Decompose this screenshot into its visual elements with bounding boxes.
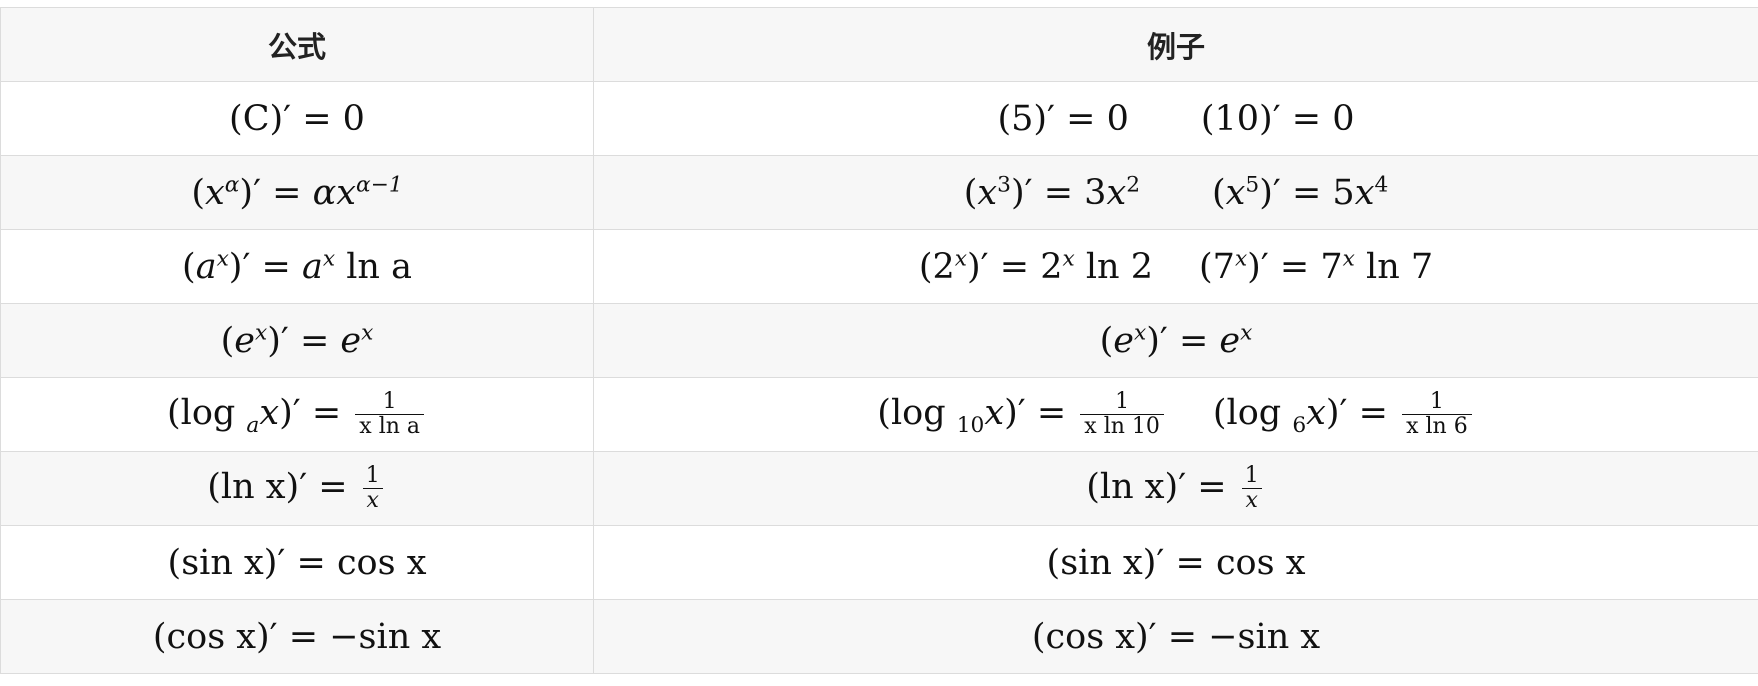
formula-expression: (ln x)′ = 1 x	[207, 463, 386, 513]
table-row: (sin x)′ = cos x (sin x)′ = cos x	[0, 525, 1758, 600]
formula-cell: (cos x)′ = −sin x	[0, 599, 594, 674]
formula-cell: (ex)′ = ex	[0, 303, 594, 378]
formula-cell: (ln x)′ = 1 x	[0, 451, 594, 526]
example-expression: (log 10x)′ = 1 x ln 10	[877, 389, 1167, 439]
formula-cell: (log ax)′ = 1 x ln a	[0, 377, 594, 452]
fraction: 1 x ln 6	[1402, 389, 1472, 439]
table-row: (ex)′ = ex (ex)′ = ex	[0, 303, 1758, 378]
formula-expression: (ax)′ = ax ln a	[182, 245, 412, 287]
header-formula: 公式	[0, 7, 594, 82]
fraction: 1 x ln 10	[1080, 389, 1164, 439]
formula-expression: (xα)′ = αxα−1	[191, 171, 403, 213]
example-cell: (sin x)′ = cos x	[593, 525, 1758, 600]
example-cell: (ex)′ = ex	[593, 303, 1758, 378]
example-expression: (2x)′ = 2x ln 2	[918, 245, 1153, 287]
example-expression: (ex)′ = ex	[1099, 319, 1253, 361]
fraction: 1 x	[1241, 463, 1263, 513]
example-expression: (sin x)′ = cos x	[1046, 542, 1306, 583]
table-row: (cos x)′ = −sin x (cos x)′ = −sin x	[0, 599, 1758, 674]
example-cell: (x3)′ = 3x2 (x5)′ = 5x4	[593, 155, 1758, 230]
formula-expression: (cos x)′ = −sin x	[152, 616, 442, 657]
example-expression: (10)′ = 0	[1200, 98, 1355, 139]
example-cell: (log 10x)′ = 1 x ln 10 (log 6x)′ = 1 x l…	[593, 377, 1758, 452]
example-expression: (cos x)′ = −sin x	[1031, 616, 1321, 657]
formula-cell: (xα)′ = αxα−1	[0, 155, 594, 230]
table-row: (C)′ = 0 (5)′ = 0 (10)′ = 0	[0, 81, 1758, 156]
derivative-formula-table: 公式 例子 (C)′ = 0 (5)′ = 0 (10)′ = 0 (xα)′ …	[0, 7, 1758, 674]
example-expression: (x3)′ = 3x2	[963, 171, 1140, 213]
derivative-table-container: 公式 例子 (C)′ = 0 (5)′ = 0 (10)′ = 0 (xα)′ …	[0, 7, 1758, 674]
formula-expression: (log ax)′ = 1 x ln a	[167, 389, 427, 439]
example-cell: (cos x)′ = −sin x	[593, 599, 1758, 674]
example-cell: (ln x)′ = 1 x	[593, 451, 1758, 526]
example-cell: (2x)′ = 2x ln 2 (7x)′ = 7x ln 7	[593, 229, 1758, 304]
header-row: 公式 例子	[0, 7, 1758, 82]
formula-cell: (ax)′ = ax ln a	[0, 229, 594, 304]
formula-cell: (C)′ = 0	[0, 81, 594, 156]
fraction: 1 x	[362, 463, 384, 513]
example-expression: (log 6x)′ = 1 x ln 6	[1213, 389, 1475, 439]
table-row: (log ax)′ = 1 x ln a (log 10x)′ = 1 x ln…	[0, 377, 1758, 452]
formula-expression: (ex)′ = ex	[220, 319, 374, 361]
example-expression: (x5)′ = 5x4	[1212, 171, 1389, 213]
formula-cell: (sin x)′ = cos x	[0, 525, 594, 600]
header-example: 例子	[593, 7, 1758, 82]
example-expression: (5)′ = 0	[997, 98, 1129, 139]
example-cell: (5)′ = 0 (10)′ = 0	[593, 81, 1758, 156]
table-row: (xα)′ = αxα−1 (x3)′ = 3x2 (x5)′ = 5x4	[0, 155, 1758, 230]
example-expression: (ln x)′ = 1 x	[1086, 463, 1265, 513]
example-expression: (7x)′ = 7x ln 7	[1199, 245, 1434, 287]
table-row: (ln x)′ = 1 x (ln x)′ = 1 x	[0, 451, 1758, 526]
fraction: 1 x ln a	[355, 389, 425, 439]
table-row: (ax)′ = ax ln a (2x)′ = 2x ln 2 (7x)′ = …	[0, 229, 1758, 304]
formula-expression: (sin x)′ = cos x	[167, 542, 427, 583]
formula-expression: (C)′ = 0	[229, 98, 365, 139]
